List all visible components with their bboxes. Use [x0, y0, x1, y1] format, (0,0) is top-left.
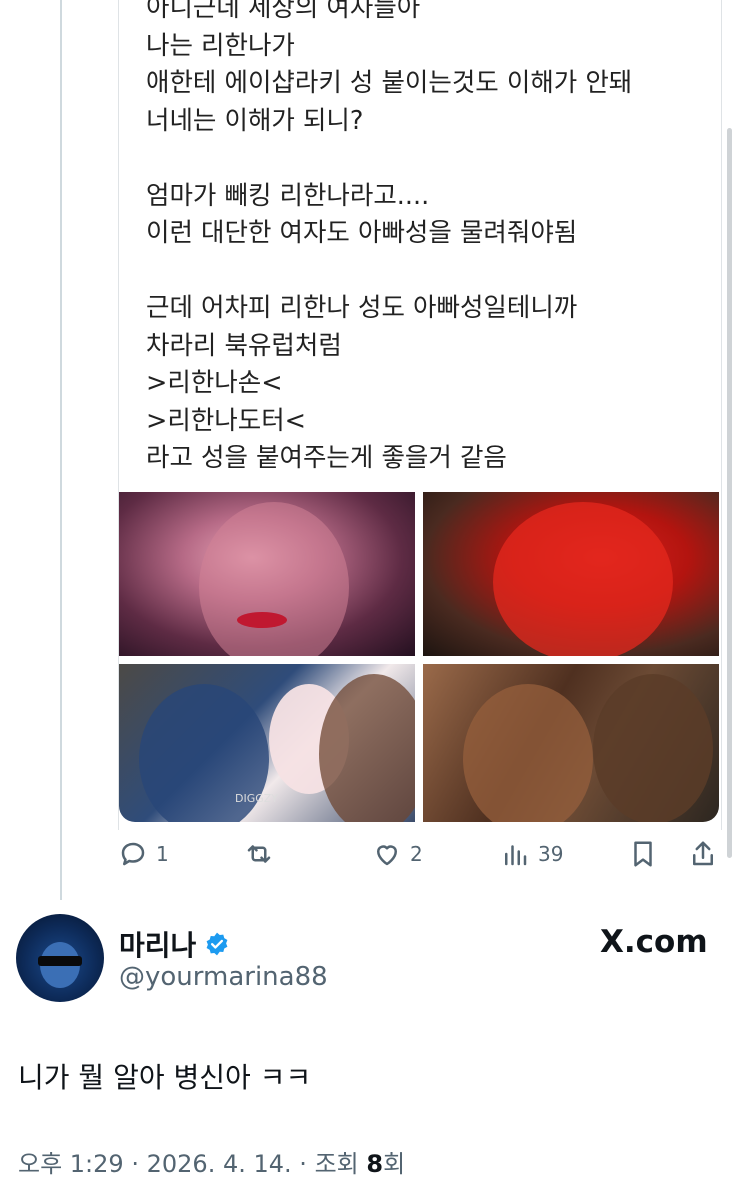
user-handle[interactable]: @yourmarina88	[119, 962, 328, 992]
bookmark-icon	[634, 841, 652, 867]
tweet-meta: 오후 1:29 · 2026. 4. 14. · 조회 8회	[18, 1144, 405, 1179]
share-icon	[693, 841, 713, 866]
avatar-glasses-shape	[38, 956, 82, 966]
retweet-icon	[247, 845, 271, 863]
tweet-line: 너네는 이해가 되니?	[146, 105, 364, 136]
tweet-date[interactable]: 2026. 4. 14.	[147, 1150, 292, 1178]
tweet-line: 애한테 에이샵라키 성 붙이는것도 이해가 안돼	[146, 68, 633, 98]
tweet-line: 라고 성을 붙여주는게 좋을거 같음	[146, 443, 507, 473]
reply-count: 1	[156, 842, 169, 866]
meta-separator: ·	[131, 1150, 139, 1178]
thread-connector-line	[60, 0, 62, 900]
verified-badge-icon	[206, 932, 228, 956]
tweet-line: 나는 리한나가	[146, 30, 295, 61]
tweet-action-bar: 1 2 39	[118, 836, 724, 876]
analytics-icon	[505, 845, 527, 866]
heart-icon	[377, 845, 397, 866]
retweet-button[interactable]	[244, 836, 282, 872]
media-photo-1[interactable]	[119, 492, 415, 656]
display-name-text: 마리나	[119, 929, 197, 962]
tweet-line: 아니근데 세상의 여자들아	[146, 0, 421, 23]
quoted-tweet-text: 아니근데 세상의 여자들아 나는 리한나가 애한테 에이샵라키 성 붙이는것도 …	[146, 0, 706, 478]
views-button[interactable]: 39	[500, 836, 563, 872]
views-label: 조회 8회	[315, 1150, 406, 1178]
tweet-time[interactable]: 오후 1:29	[18, 1150, 124, 1178]
reply-button[interactable]: 1	[118, 836, 169, 872]
photo-watermark: DIGGZY	[235, 792, 279, 805]
scrollbar[interactable]	[727, 128, 732, 858]
like-button[interactable]: 2	[372, 836, 423, 872]
photo-subject-shape	[593, 674, 713, 822]
media-photo-3[interactable]: DIGGZY	[119, 664, 415, 822]
tweet-line: 근데 어차피 리한나 성도 아빠성일테니까	[146, 293, 578, 323]
media-photo-2[interactable]	[423, 492, 719, 656]
tweet-line: 차라리 북유럽처럼	[146, 330, 342, 361]
tweet-line: >리한나손<	[146, 368, 283, 398]
photo-detail-shape	[237, 612, 287, 628]
media-photo-4[interactable]	[423, 664, 719, 822]
views-count: 39	[538, 842, 564, 866]
photo-subject-shape	[463, 684, 593, 822]
meta-separator: ·	[299, 1150, 307, 1178]
photo-subject-shape	[199, 502, 349, 656]
views-count-bold: 8	[366, 1150, 384, 1178]
reply-tweet-text: 니가 뭘 알아 병신아 ㅋㅋ	[18, 1061, 312, 1094]
media-grid: DIGGZY	[119, 492, 719, 822]
share-button[interactable]	[688, 836, 718, 872]
reply-icon	[121, 842, 145, 866]
display-name[interactable]: 마리나	[119, 924, 230, 964]
avatar[interactable]	[16, 914, 104, 1002]
like-count: 2	[410, 842, 423, 866]
tweet-line: >리한나도터<	[146, 405, 307, 436]
tweet-line: 엄마가 빼킹 리한나라고....	[146, 180, 430, 211]
views-prefix: 조회	[314, 1150, 359, 1178]
views-suffix: 회	[383, 1150, 406, 1178]
photo-subject-shape	[493, 502, 673, 656]
bookmark-button[interactable]	[628, 836, 658, 872]
tweet-line: 이런 대단한 여자도 아빠성을 물려줘야됨	[146, 218, 578, 248]
x-logo-icon: X.com	[600, 924, 708, 960]
